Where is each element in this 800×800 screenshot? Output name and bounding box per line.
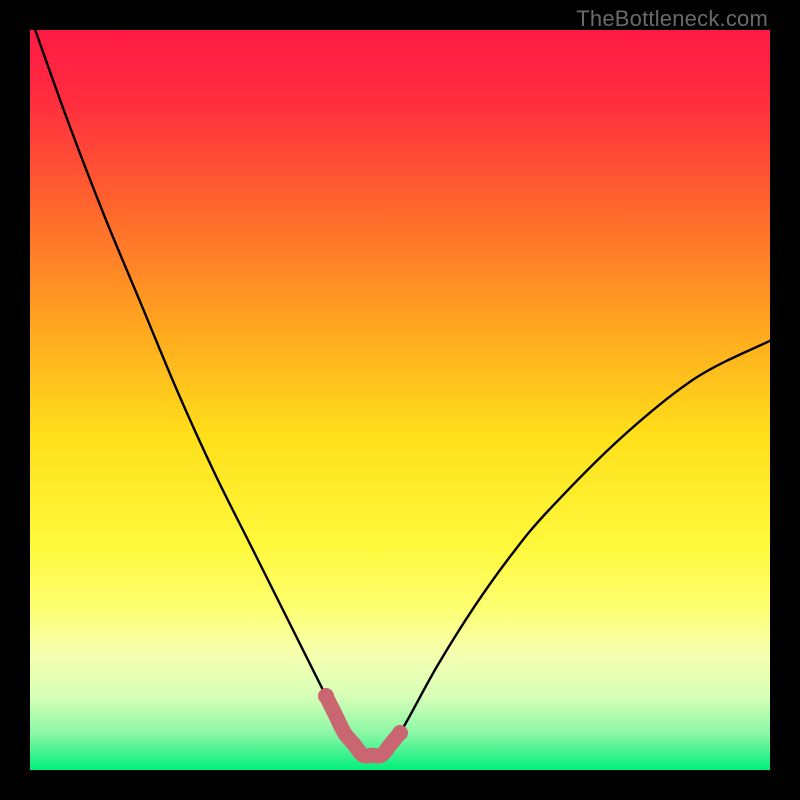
watermark-text: TheBottleneck.com — [576, 6, 768, 32]
highlight-segment — [326, 696, 400, 756]
highlight-dot-right — [392, 725, 408, 741]
plot-area — [30, 30, 770, 770]
chart-frame: TheBottleneck.com — [0, 0, 800, 800]
highlight-dot-left — [318, 688, 334, 704]
bottleneck-curve — [30, 30, 770, 758]
curve-layer — [30, 30, 770, 770]
